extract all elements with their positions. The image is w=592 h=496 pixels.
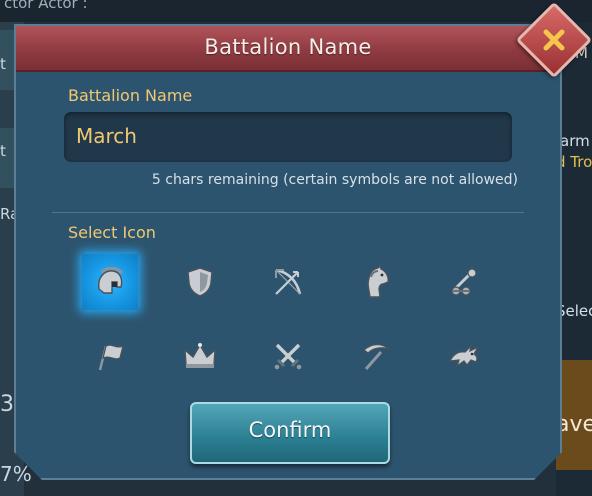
catapult-icon (448, 266, 480, 298)
background-left-text: 7% (0, 462, 32, 486)
dialog-title: Battalion Name (204, 35, 372, 59)
flag-option[interactable] (82, 328, 138, 384)
dragon-icon (447, 341, 481, 371)
chars-remaining-hint: 5 chars remaining (certain symbols are n… (151, 172, 518, 188)
background-top-text: ctor Actor : (4, 0, 88, 12)
background-right-text: arm (560, 132, 590, 150)
spartan-helmet-option[interactable] (82, 254, 138, 310)
background-left-text: t (0, 55, 6, 73)
horse-head-icon (361, 265, 391, 299)
crossed-swords-icon (272, 340, 304, 372)
pickaxe-icon (360, 340, 392, 372)
select-icon-label: Select Icon (68, 223, 156, 242)
crossbow-icon (272, 266, 304, 298)
battalion-name-dialog: Battalion Name Battalion Name March 5 ch… (14, 24, 562, 480)
flag-icon (94, 340, 126, 372)
dialog-title-bar: Battalion Name (16, 26, 560, 72)
divider (52, 212, 524, 213)
background-left-text: t (0, 142, 6, 160)
background-left-text: 3 (0, 392, 14, 417)
battalion-name-label: Battalion Name (68, 86, 193, 105)
pickaxe-option[interactable] (348, 328, 404, 384)
spartan-helmet-icon (93, 265, 127, 299)
shield-icon (185, 266, 215, 298)
battalion-name-value: March (76, 124, 137, 148)
dragon-option[interactable] (436, 328, 492, 384)
crown-icon (183, 341, 217, 371)
crossbow-option[interactable] (260, 254, 316, 310)
background-top-bar: ctor Actor : (0, 0, 592, 22)
horse-head-option[interactable] (348, 254, 404, 310)
confirm-button-label: Confirm (248, 418, 332, 442)
close-icon[interactable] (530, 16, 578, 64)
battalion-name-input[interactable]: March (64, 112, 512, 162)
crown-option[interactable] (172, 328, 228, 384)
catapult-option[interactable] (436, 254, 492, 310)
shield-option[interactable] (172, 254, 228, 310)
crossed-swords-option[interactable] (260, 328, 316, 384)
confirm-button[interactable]: Confirm (190, 402, 390, 464)
